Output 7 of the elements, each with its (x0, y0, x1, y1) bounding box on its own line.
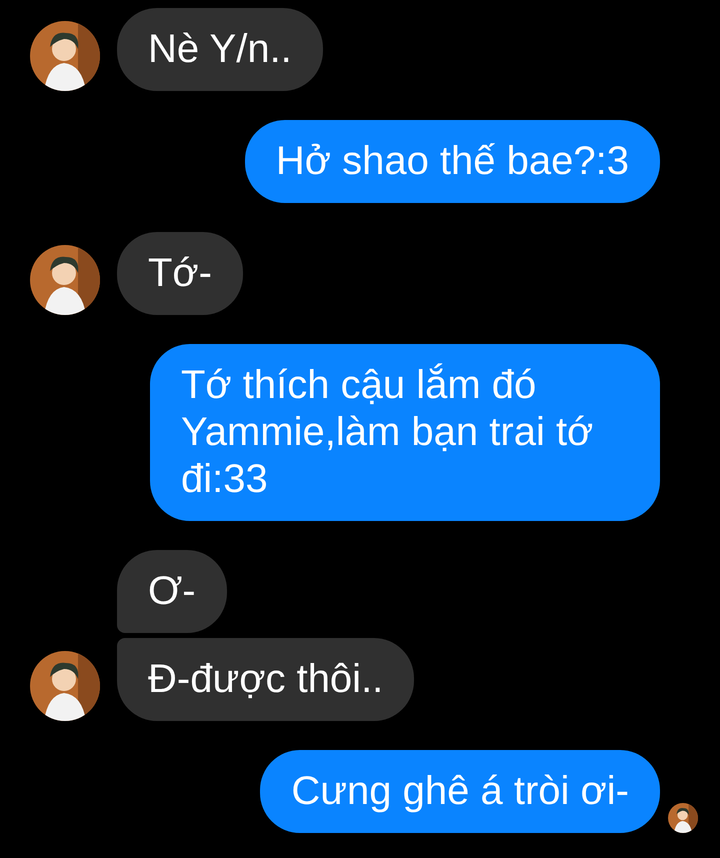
outgoing-message: Tớ thích cậu lắm đó Yammie,làm bạn trai tớ đi:33 (150, 344, 660, 521)
outgoing-message: Hở shao thế bae?:3 (244, 120, 660, 203)
incoming-message: Tớ- (117, 232, 243, 315)
outgoing-message: Cưng ghê á tròi ơi- (260, 750, 660, 833)
incoming-message: Nè Y/n.. (117, 8, 323, 91)
incoming-message: Ơ- (117, 550, 227, 633)
incoming-message: Đ-được thôi.. (117, 638, 414, 721)
